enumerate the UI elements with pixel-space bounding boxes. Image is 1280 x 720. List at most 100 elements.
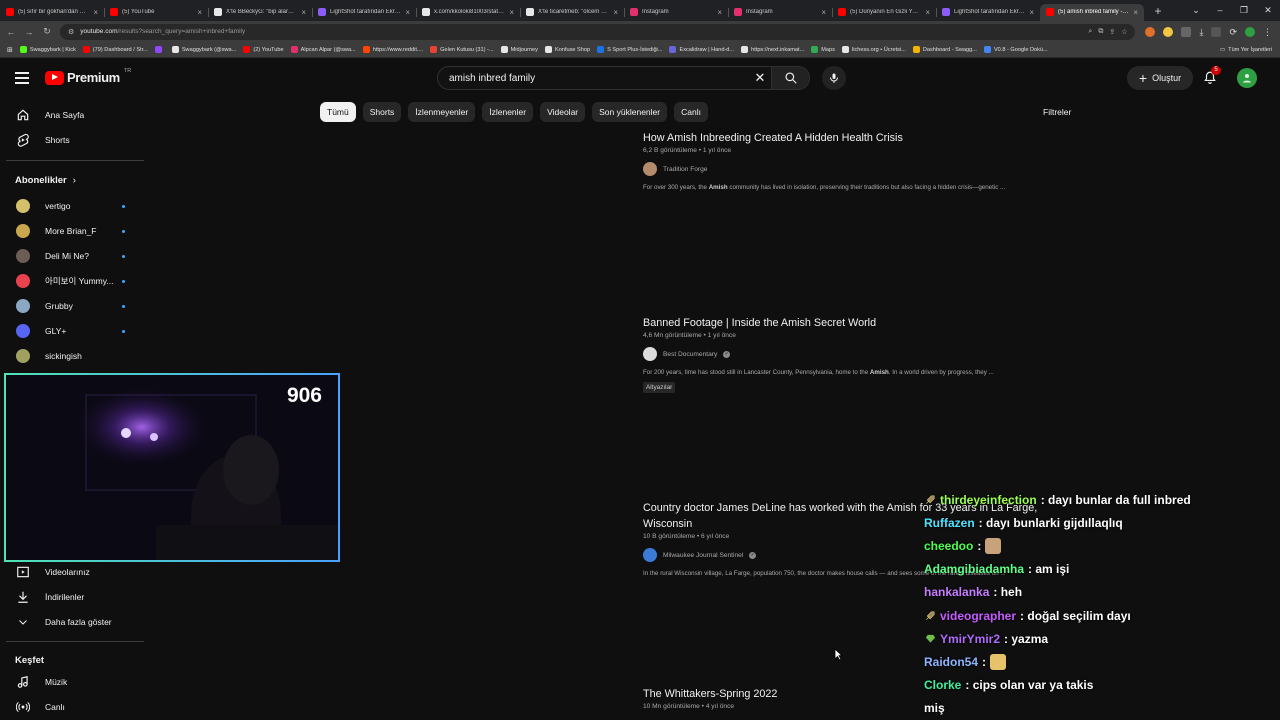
bookmark-star-icon[interactable]: ☆ [1121,28,1127,36]
explore-heading: Keşfet [15,655,44,666]
subscriptions-heading[interactable]: Abonelikler › [15,175,76,186]
close-tab-icon[interactable]: × [197,8,202,17]
bookmark-item[interactable]: lichess.org • Ücretsi... [841,46,906,53]
bookmark-item[interactable] [154,46,165,53]
browser-tab[interactable]: Instagram × [728,4,832,21]
browser-tab[interactable]: Instagram × [624,4,728,21]
browser-tab[interactable]: x.com/kkoloki81003/statu... × [416,4,520,21]
sidebar-subscription-item[interactable]: vertigo [0,194,146,218]
bookmark-item[interactable]: Konfuse Shop [544,46,590,53]
maximize-button[interactable]: ❐ [1232,0,1256,21]
search-button[interactable] [771,67,809,89]
filter-chip[interactable]: İzlenmeyenler [408,102,476,122]
bookmark-item[interactable]: Excalidraw | Hand-d... [669,46,734,53]
sidebar-item-live[interactable]: Canlı [0,695,146,719]
search-input[interactable]: amish inbred family [438,73,749,84]
browser-tab[interactable]: (5) sıfır bir gökhan'dan mesaj × [0,4,104,21]
close-tab-icon[interactable]: × [717,8,722,17]
url-field[interactable]: ⚙ youtube.com/results?search_query=amish… [60,23,1136,40]
browser-tab[interactable]: LightShot tarafından Ekran ... × [312,4,416,21]
sidebar-subscription-item[interactable]: 아미보이 Yummy... [0,269,146,293]
account-avatar[interactable] [1237,68,1257,88]
close-tab-icon[interactable]: × [93,8,98,17]
browser-tab[interactable]: X'te BBeckyG: "bip alarmı ... × [208,4,312,21]
all-bookmarks-link[interactable]: ▭ Tüm Yer İşaretleri [1220,47,1272,53]
filter-chip[interactable]: Son yüklenenler [592,102,668,122]
browser-tab[interactable]: (5) Dünyanın En Gizli Yaba... × [832,4,936,21]
filters-button[interactable]: Filtreler [1043,107,1071,117]
close-window-button[interactable]: ✕ [1256,0,1280,21]
sidebar-subscription-item[interactable]: GLY+ [0,319,146,343]
bookmark-item[interactable]: Dashboard - Swagg... [912,46,977,53]
filter-chip[interactable]: Shorts [362,102,402,122]
close-tab-icon[interactable]: × [1029,8,1034,17]
sidebar-subscription-item[interactable]: Grubby [0,294,146,318]
bookmark-item[interactable]: Maps [811,46,835,53]
sidebar-subscription-item[interactable]: sickingish [0,344,146,368]
forward-icon[interactable]: → [22,27,36,37]
sidepanel-icon[interactable] [1211,26,1222,37]
close-tab-icon[interactable]: × [925,8,930,17]
install-icon[interactable]: ⧉ [1098,28,1103,36]
clear-search-icon[interactable]: ✕ [749,70,771,86]
sidebar-item-shorts[interactable]: Shorts [0,128,146,152]
sidebar-item-downloads[interactable]: İndirilenler [0,585,146,609]
reload-icon[interactable]: ↻ [40,26,54,37]
sidebar-subscription-item[interactable]: More Brian_F [0,219,146,243]
close-tab-icon[interactable]: × [509,8,514,17]
bookmark-item[interactable]: Gelen Kutusu (31) -... [430,46,494,53]
close-tab-icon[interactable]: × [405,8,410,17]
filter-chip[interactable]: İzlenenler [482,102,534,122]
browser-tab[interactable]: X'te ticaretmeb: "ölcem an... × [520,4,624,21]
browser-tab[interactable]: (5) amish inbred family - Yo × [1040,3,1144,21]
profile-avatar-icon[interactable] [1245,26,1255,37]
sidebar-subscription-item[interactable]: Deli Mi Ne? [0,244,146,268]
minimize-button[interactable]: – [1208,0,1232,21]
menu-icon[interactable] [15,72,29,87]
extensions-puzzle-icon[interactable] [1181,26,1192,37]
bookmark-item[interactable]: https://next.inkamat... [741,46,804,53]
browser-tab[interactable]: (5) YouTube × [104,4,208,21]
video-title-link[interactable]: Banned Footage | Inside the Amish Secret… [643,315,1093,331]
filter-chip[interactable]: Canlı [674,102,708,122]
back-icon[interactable]: ← [4,27,18,37]
sidebar-item-show-more[interactable]: Daha fazla göster [0,610,146,634]
close-tab-icon[interactable]: × [821,8,826,17]
extension-icon[interactable] [1163,26,1174,37]
channel-link[interactable]: Best Documentary ✓ [643,347,1093,361]
youtube-premium-logo[interactable]: Premium TR [45,68,131,85]
bookmark-item[interactable]: S Sport Plus-İstediği... [597,46,662,53]
browser-tab[interactable]: LightShot tarafından Ekran ... × [936,4,1040,21]
extension-icon[interactable] [1145,26,1156,37]
create-button[interactable]: + Oluştur [1127,66,1193,90]
filter-chip[interactable]: Tümü [320,102,356,122]
bookmark-item[interactable]: https://www.reddit.... [362,46,423,53]
sidebar-item-your-videos[interactable]: Videolarınız [0,560,146,584]
video-title-link[interactable]: How Amish Inbreeding Created A Hidden He… [643,130,1093,146]
close-tab-icon[interactable]: × [1133,8,1138,17]
channel-link[interactable]: Tradition Forge [643,162,1093,176]
notifications-button[interactable]: 5 [1203,66,1221,90]
filter-chip[interactable]: Videolar [540,102,586,122]
voice-search-button[interactable] [822,66,846,90]
zoom-icon[interactable]: ⌕ [1088,28,1092,36]
bookmark-item[interactable]: Alpcan Alpar (@swa... [290,46,356,53]
browser-menu-icon[interactable]: ⋮ [1263,27,1272,37]
site-info-icon[interactable]: ⚙ [68,28,74,36]
bookmark-item[interactable]: Midjourney [500,46,538,53]
close-tab-icon[interactable]: × [301,8,306,17]
sidebar-item-home[interactable]: Ana Sayfa [0,103,146,127]
share-icon[interactable]: ⇪ [1109,28,1115,36]
download-icon[interactable]: ⤓ [1199,27,1203,37]
refresh-ext-icon[interactable]: ⟳ [1229,27,1237,37]
bookmark-item[interactable]: (79) Dashboard / Str... [82,46,148,53]
bookmark-item[interactable]: Swaggybark (@swa... [171,46,236,53]
close-tab-icon[interactable]: × [613,8,618,17]
new-tab-button[interactable]: + [1150,3,1166,19]
bookmark-item[interactable]: V0.8 - Google Dokü... [983,46,1048,53]
bookmark-item[interactable]: (2) YouTube [243,46,284,53]
bookmark-favicon-icon [430,46,438,53]
bookmark-item[interactable]: Swaggybark | Kick [19,46,76,53]
sidebar-item-music[interactable]: Müzik [0,670,146,694]
tab-search-icon[interactable]: ⌄ [1184,0,1208,21]
